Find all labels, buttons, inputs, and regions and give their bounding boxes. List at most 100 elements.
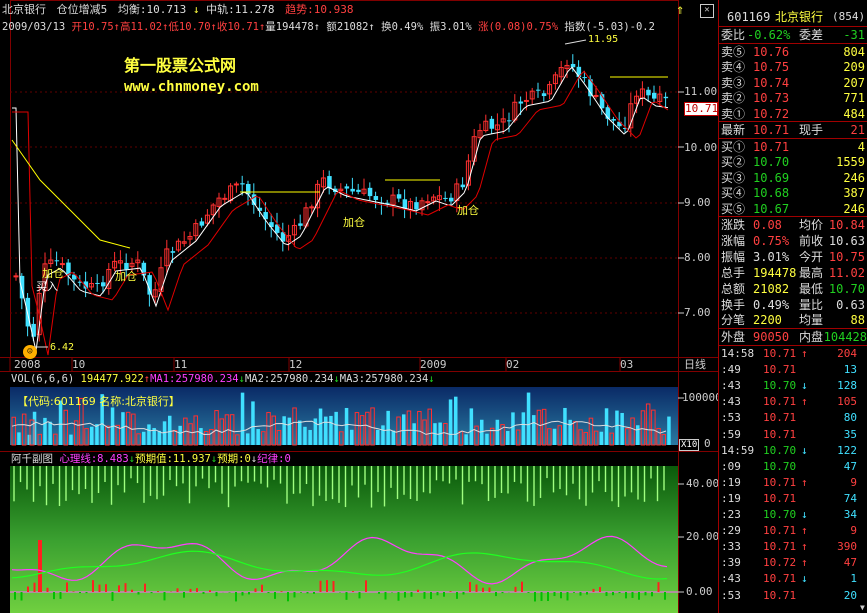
sub-histogram-bar (85, 592, 88, 594)
candle-up (523, 99, 529, 102)
tick-volume: 204 (837, 347, 857, 360)
sub-histogram-bar (573, 592, 575, 593)
tick-direction-icon: ↑ (801, 475, 808, 489)
stock-info-label: 【代码:601169 名称:北京银行】 (17, 395, 180, 408)
sub-histogram-bar (410, 592, 413, 597)
volume-title[interactable]: VOL(6,6,6) (11, 373, 74, 385)
candle-down (367, 187, 373, 197)
sub-histogram-bar (150, 592, 153, 594)
close-value: 收10.71 (216, 21, 259, 33)
indicator-name[interactable]: 仓位增减5 (57, 3, 108, 16)
sub-histogram-bar (644, 592, 647, 596)
tick-price: 10.70 (763, 459, 797, 473)
bid-volume: 1559 (836, 155, 865, 170)
sub-histogram-bar (469, 581, 471, 592)
volume-unit-badge: X10 (679, 439, 700, 451)
tick-price: 10.72 (763, 556, 797, 570)
sub-histogram-bar (196, 588, 198, 592)
sub-histogram-bar (430, 592, 432, 600)
sub-histogram-bar (358, 592, 361, 599)
tick-time: :09 (721, 459, 741, 473)
candle-down (460, 184, 466, 188)
sub-histogram-bar (566, 592, 569, 601)
ask-price: 10.76 (753, 45, 790, 59)
tick-price: 10.71 (763, 572, 797, 586)
outer-label: 外盘 (721, 330, 746, 344)
tick-row: 14:58 10.71 ↑ 204 (719, 346, 867, 362)
tick-time: :53 (721, 588, 741, 602)
watermark-title: 第一股票公式网 (124, 56, 237, 75)
stat-label: 均量 (799, 313, 824, 328)
stat-value: 88 (850, 313, 865, 328)
amount-value: 额21082 (326, 21, 369, 33)
stock-chart-canvas[interactable] (0, 0, 718, 613)
sub-histogram-bar (560, 592, 562, 599)
volume-ma3: MA3:257980.234 (339, 373, 429, 385)
sub-histogram-bar (27, 586, 29, 592)
scroll-down-icon[interactable]: ▼ (860, 603, 865, 612)
stock-name: 北京银行 (2, 3, 46, 16)
bid-row: 买③ 10.69 246 (719, 170, 867, 186)
mid-value: 中轨:11.278 (206, 3, 275, 16)
sub-histogram-bar (157, 591, 159, 592)
panel-title: 601169 北京银行 (854) (719, 9, 867, 25)
sub-histogram-bar (306, 592, 309, 594)
stat-row: 总手 194478 最高 11.02 (719, 265, 867, 281)
sub-panel-bg (10, 466, 678, 613)
sub-histogram-bar (417, 589, 419, 592)
volume-bar (599, 431, 604, 445)
sub-axis-label: 40.00 (686, 477, 720, 490)
tick-volume: 9 (850, 524, 857, 538)
volume-bar (69, 434, 73, 445)
stat-value: 10.70 (828, 281, 865, 296)
volume-bar (568, 419, 572, 445)
sub-histogram-bar (404, 592, 406, 598)
tick-volume: 47 (843, 459, 857, 473)
sub-histogram-bar (313, 592, 315, 594)
volume-bar (48, 421, 52, 445)
ask-price: 10.75 (753, 60, 790, 75)
candle-up (13, 275, 19, 278)
sub-histogram-bar (625, 592, 627, 599)
bid-label: 买⑤ (721, 201, 746, 216)
candle-down (611, 119, 616, 121)
sub-histogram-bar (501, 592, 504, 594)
up-arrow-icon[interactable]: ⇑ (676, 2, 692, 18)
last-price-row: 最新 10.71 现手 21 (719, 122, 867, 138)
sub-histogram-bar (599, 587, 601, 592)
volume-bar (251, 401, 255, 445)
date-axis-label: 12 (289, 358, 303, 371)
sub-chart-header: 阿千副图 心理线:8.483↓预期值:11.937↓预期:0↓纪律:0 (11, 453, 291, 465)
tick-volume: 390 (837, 540, 857, 554)
sub-histogram-bar (20, 592, 23, 601)
volume-bar (615, 410, 619, 445)
wc-value: -31 (843, 28, 865, 42)
bid-price: 10.68 (753, 186, 790, 201)
candle-down (536, 89, 541, 91)
tick-row: :29 10.71 ↑ 9 (719, 523, 867, 539)
sub-histogram-bar (137, 592, 140, 595)
chart-header-row2: 2009/03/13 开10.75↑高11.02↑低10.70↑收10.71↑量… (2, 21, 655, 33)
price-axis-label: 7.00 (684, 306, 711, 319)
sub-histogram-bar (92, 580, 94, 592)
sub-histogram-bar (436, 592, 439, 596)
sub-chart-name[interactable]: 阿千副图 (11, 453, 53, 465)
tick-row: :39 10.72 ↑ 47 (719, 555, 867, 571)
tick-direction-icon: ↑ (801, 347, 808, 360)
candle-down (170, 251, 176, 253)
volume-bar (495, 419, 500, 445)
period-selector[interactable]: 日线 (684, 359, 706, 371)
volume-bar (17, 432, 21, 445)
volume-bar (350, 429, 354, 445)
stat-label: 总额 (721, 281, 746, 296)
sub-histogram-bar (38, 540, 42, 592)
bid-row: 买① 10.71 4 (719, 139, 867, 155)
tick-row: :53 10.71 80 (719, 410, 867, 426)
close-icon[interactable]: ✕ (700, 4, 714, 18)
price-axis-label: 11.00 (684, 85, 718, 98)
sub-histogram-bar (397, 592, 400, 601)
date-axis-label: 11 (174, 358, 188, 371)
sub-histogram-bar (209, 590, 211, 592)
candle-up (222, 197, 228, 200)
inner-label: 内盘 (799, 330, 824, 344)
